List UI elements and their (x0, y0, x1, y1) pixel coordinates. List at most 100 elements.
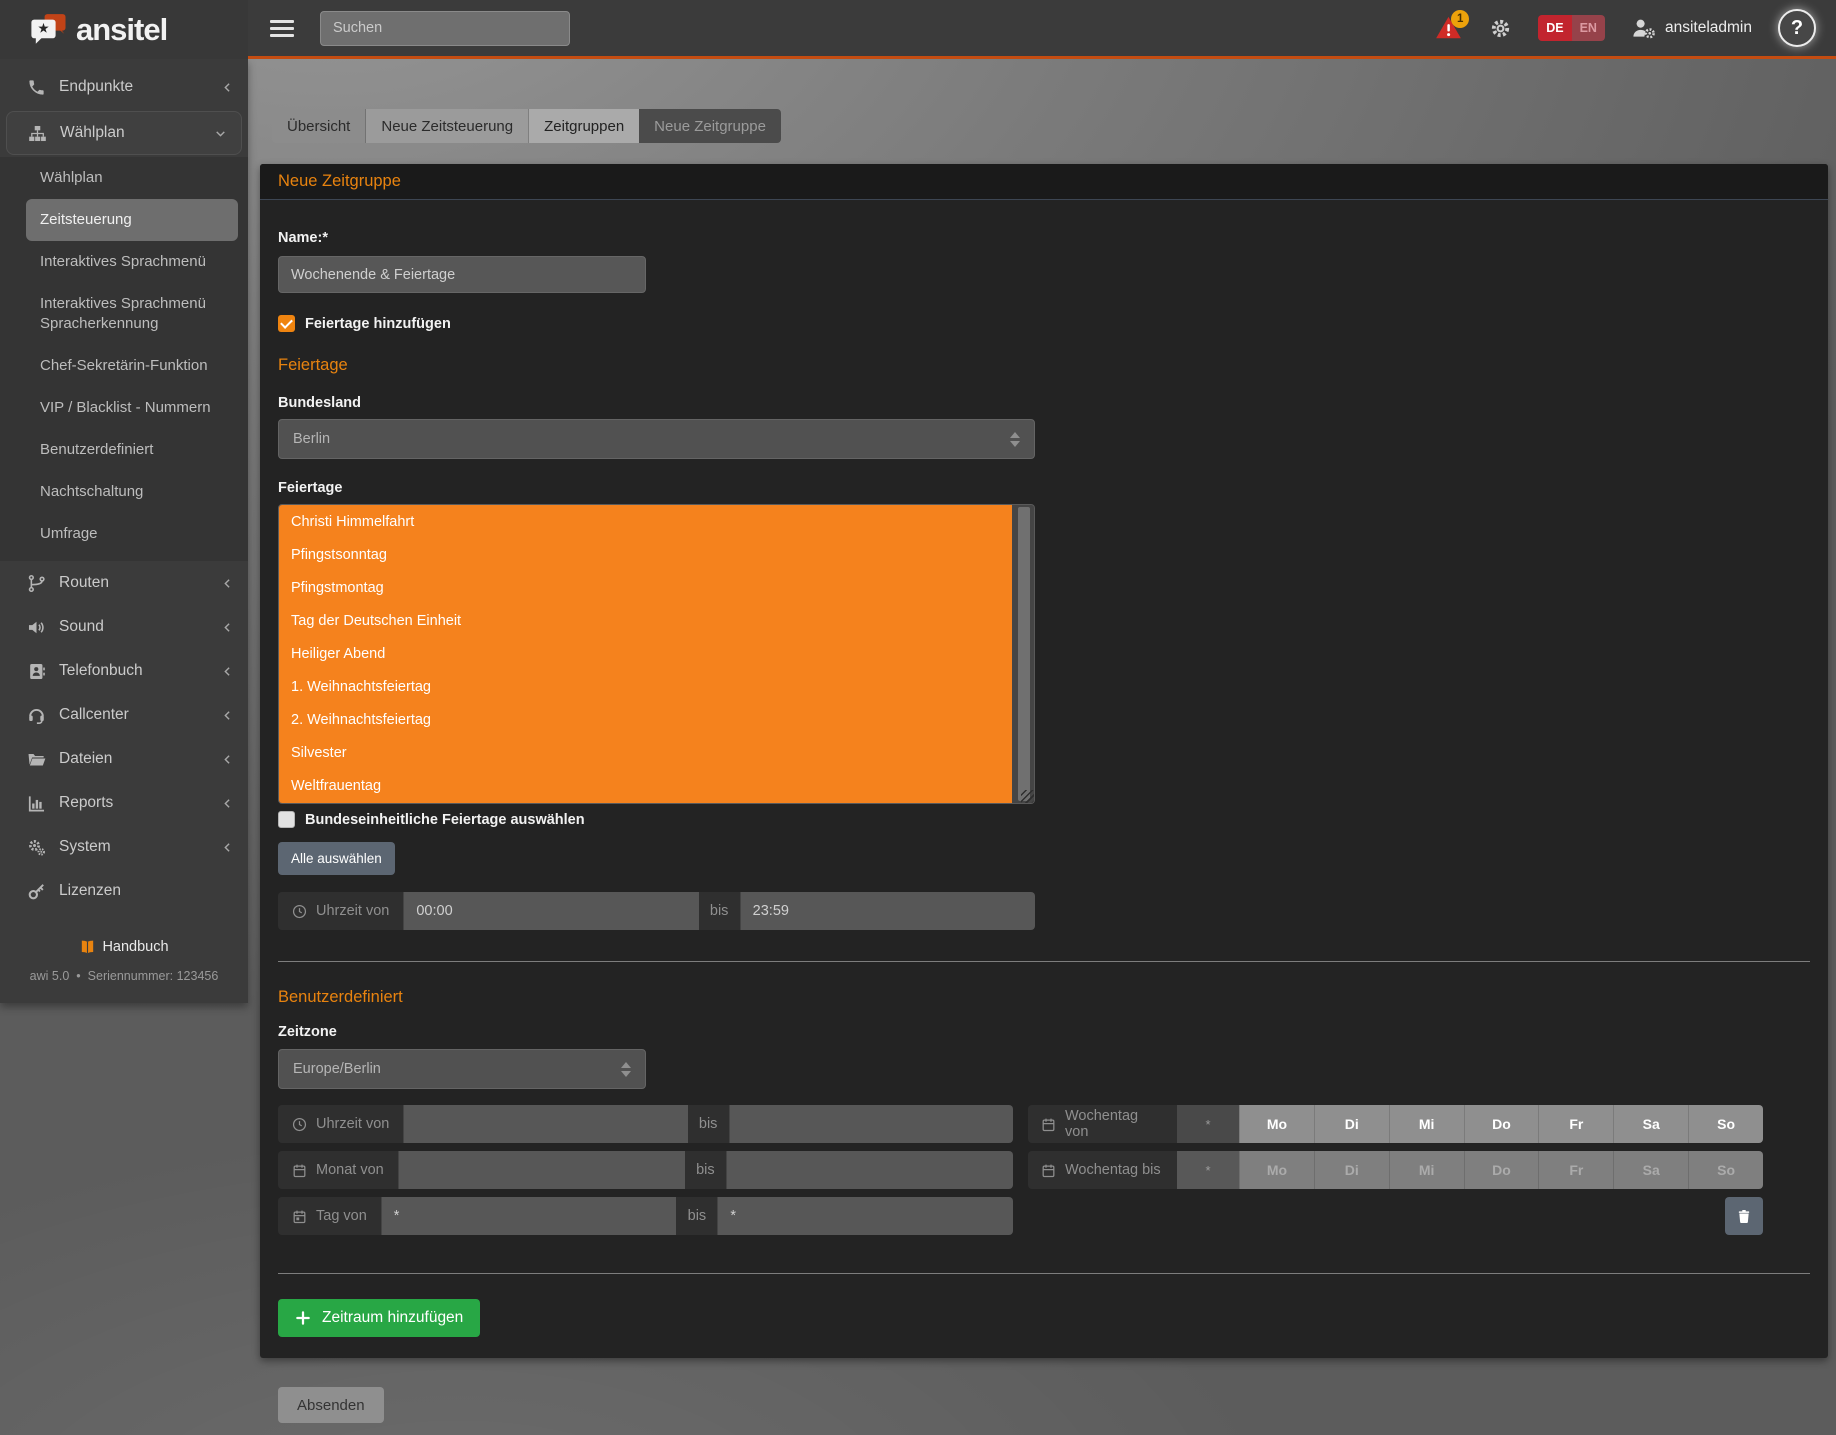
month-to-input[interactable] (726, 1151, 1013, 1189)
trash-icon (1736, 1208, 1752, 1225)
scrollbar[interactable] (1012, 505, 1034, 803)
sidebar-item-waehlplan[interactable]: Wählplan (6, 111, 242, 155)
custom-time-group: Uhrzeit von bis (278, 1105, 1013, 1143)
weekday-from-do[interactable]: Do (1464, 1105, 1539, 1143)
alert-badge: 1 (1451, 10, 1469, 28)
weekday-from-fr[interactable]: Fr (1538, 1105, 1613, 1143)
brand-logo[interactable]: ansitel (0, 0, 248, 59)
weekday-from-any[interactable]: * (1177, 1105, 1239, 1143)
option-silvester[interactable]: Silvester (279, 737, 1012, 770)
tab-neue-zeitsteuerung[interactable]: Neue Zeitsteuerung (366, 109, 529, 143)
submenu-item-vip-blacklist[interactable]: VIP / Blacklist - Nummern (26, 387, 238, 429)
scrollbar-thumb[interactable] (1018, 507, 1030, 801)
key-icon (27, 882, 46, 901)
chevron-left-icon (221, 753, 234, 766)
sidebar-item-label: Dateien (59, 750, 112, 768)
day-from-input[interactable] (381, 1197, 677, 1235)
weekday-from-mo[interactable]: Mo (1239, 1105, 1314, 1143)
holiday-time-to-input[interactable] (740, 892, 1035, 930)
handbuch-link[interactable]: Handbuch (79, 939, 168, 955)
sidebar-item-lizenzen[interactable]: Lizenzen (0, 869, 248, 913)
sidebar-footer: Handbuch awi 5.0 • Seriennummer: 123456 (0, 939, 248, 983)
user-menu[interactable]: ansiteladmin (1631, 17, 1752, 39)
clock-icon (292, 1117, 307, 1132)
address-book-icon (27, 662, 46, 681)
submenu-item-zeitsteuerung[interactable]: Zeitsteuerung (26, 199, 238, 241)
sidebar-item-telefonbuch[interactable]: Telefonbuch (0, 649, 248, 693)
submit-button[interactable]: Absenden (278, 1387, 384, 1423)
month-from-input[interactable] (398, 1151, 685, 1189)
add-period-label: Zeitraum hinzufügen (322, 1309, 463, 1327)
submenu-item-umfrage[interactable]: Umfrage (26, 513, 238, 555)
weekday-to-mo[interactable]: Mo (1239, 1151, 1314, 1189)
resize-grip[interactable] (1021, 790, 1034, 803)
holiday-time-from-input[interactable] (403, 892, 698, 930)
lang-en[interactable]: EN (1572, 15, 1605, 41)
bundesland-select[interactable]: Berlin (278, 419, 1035, 459)
zeitzone-label: Zeitzone (278, 1024, 1810, 1040)
search-input[interactable] (320, 11, 570, 46)
sidebar-item-routen[interactable]: Routen (0, 561, 248, 605)
sidebar-item-system[interactable]: System (0, 825, 248, 869)
add-period-button[interactable]: Zeitraum hinzufügen (278, 1299, 480, 1337)
tab-neue-zeitgruppe[interactable]: Neue Zeitgruppe (639, 109, 781, 143)
menu-icon[interactable] (270, 17, 294, 39)
weekday-to-di[interactable]: Di (1314, 1151, 1389, 1189)
option-pfingstmontag[interactable]: Pfingstmontag (279, 571, 1012, 604)
name-input[interactable] (278, 256, 646, 293)
volume-icon (27, 618, 46, 637)
app-root: ansitel 1 (0, 0, 1836, 1435)
weekday-to-do[interactable]: Do (1464, 1151, 1539, 1189)
weekday-to-fr[interactable]: Fr (1538, 1151, 1613, 1189)
zeitzone-select[interactable]: Europe/Berlin (278, 1049, 646, 1089)
weekday-to-so[interactable]: So (1688, 1151, 1763, 1189)
weekday-to-any[interactable]: * (1177, 1151, 1239, 1189)
sidebar-item-reports[interactable]: Reports (0, 781, 248, 825)
tab-uebersicht[interactable]: Übersicht (272, 109, 366, 143)
option-heiliger-abend[interactable]: Heiliger Abend (279, 637, 1012, 670)
add-holidays-label: Feiertage hinzufügen (305, 316, 451, 332)
sidebar-item-endpunkte[interactable]: Endpunkte (0, 65, 248, 109)
sidebar-item-sound[interactable]: Sound (0, 605, 248, 649)
nationwide-checkbox[interactable] (278, 811, 295, 828)
add-holidays-checkbox[interactable] (278, 315, 295, 332)
submenu-item-ivr[interactable]: Interaktives Sprachmenü (26, 241, 238, 283)
weekday-from-sa[interactable]: Sa (1613, 1105, 1688, 1143)
weekday-from-di[interactable]: Di (1314, 1105, 1389, 1143)
lang-de[interactable]: DE (1538, 15, 1571, 41)
weekday-from-mi[interactable]: Mi (1389, 1105, 1464, 1143)
gear-icon[interactable] (1489, 17, 1512, 40)
top-right-icons: 1 DE EN (1435, 9, 1818, 47)
submenu-item-waehlplan[interactable]: Wählplan (26, 157, 238, 199)
weekday-from-addon: Wochentag von (1028, 1105, 1177, 1143)
submenu-item-chef-sekretaerin[interactable]: Chef-Sekretärin-Funktion (26, 345, 238, 387)
delete-period-button[interactable] (1725, 1197, 1763, 1235)
submenu-item-ivr-spracherkennung[interactable]: Interaktives Sprachmenü Spracherkennung (26, 283, 238, 345)
option-2-weihnachtsfeiertag[interactable]: 2. Weihnachtsfeiertag (279, 704, 1012, 737)
select-all-button[interactable]: Alle auswählen (278, 842, 395, 875)
section-divider (278, 961, 1810, 962)
option-christi-himmelfahrt[interactable]: Christi Himmelfahrt (279, 505, 1012, 538)
option-tag-der-deutschen-einheit[interactable]: Tag der Deutschen Einheit (279, 604, 1012, 637)
weekday-to-sa[interactable]: Sa (1613, 1151, 1688, 1189)
submenu-item-nachtschaltung[interactable]: Nachtschaltung (26, 471, 238, 513)
language-toggle[interactable]: DE EN (1538, 15, 1605, 41)
day-to-input[interactable] (717, 1197, 1013, 1235)
monat-von-label: Monat von (316, 1162, 384, 1178)
weekday-from-so[interactable]: So (1688, 1105, 1763, 1143)
option-weltfrauentag[interactable]: Weltfrauentag (279, 770, 1012, 803)
chevron-down-icon (214, 127, 227, 140)
warning-triangle-icon[interactable]: 1 (1435, 15, 1463, 41)
sidebar-item-label: Routen (59, 574, 109, 592)
submenu-item-benutzerdefiniert[interactable]: Benutzerdefiniert (26, 429, 238, 471)
option-pfingstsonntag[interactable]: Pfingstsonntag (279, 538, 1012, 571)
help-circle-icon[interactable]: ? (1778, 9, 1816, 47)
weekday-to-mi[interactable]: Mi (1389, 1151, 1464, 1189)
custom-time-to-input[interactable] (729, 1105, 1013, 1143)
option-1-weihnachtsfeiertag[interactable]: 1. Weihnachtsfeiertag (279, 671, 1012, 704)
version-label: awi 5.0 (30, 969, 70, 983)
sidebar-item-dateien[interactable]: Dateien (0, 737, 248, 781)
custom-time-from-input[interactable] (403, 1105, 687, 1143)
sidebar-item-callcenter[interactable]: Callcenter (0, 693, 248, 737)
tab-zeitgruppen[interactable]: Zeitgruppen (529, 109, 639, 143)
